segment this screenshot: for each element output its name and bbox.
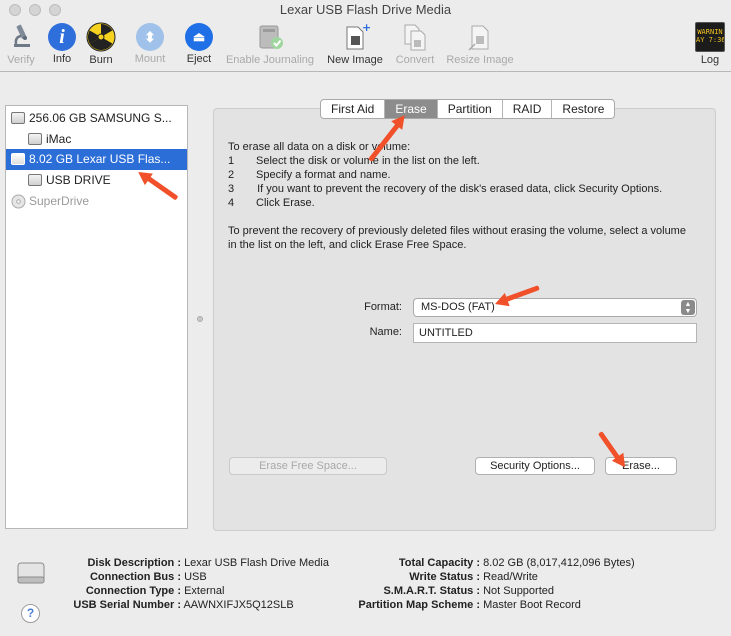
verify-button[interactable]: Verify [4, 22, 38, 66]
tab-raid[interactable]: RAID [503, 100, 553, 118]
volume-icon [28, 174, 42, 186]
journal-disk-icon [259, 25, 283, 49]
mount-button[interactable]: ⬍ Mount [131, 22, 169, 65]
tab-restore[interactable]: Restore [552, 100, 614, 118]
select-arrows-icon: ▲ ▼ [681, 300, 695, 315]
usb-serial-value: AAWNXIFJX5Q12SLB [183, 599, 294, 611]
optical-disc-icon [11, 194, 26, 209]
resize-image-icon [468, 25, 489, 51]
radiation-icon [86, 22, 116, 52]
window-title: Lexar USB Flash Drive Media [279, 2, 452, 17]
convert-icon [404, 24, 426, 51]
convert-button[interactable]: Convert [392, 22, 438, 66]
erase-instructions: To erase all data on a disk or volume: 1… [228, 140, 693, 252]
instruction-step: 1 Select the disk or volume in the list o… [228, 155, 480, 167]
volume-name-input[interactable]: UNTITLED [413, 323, 697, 343]
zoom-window-button[interactable] [49, 4, 61, 16]
write-status-value: Read/Write [483, 571, 538, 583]
format-select[interactable]: MS-DOS (FAT) ▲ ▼ [413, 298, 697, 317]
mount-icon: ⬍ [136, 23, 164, 51]
tab-erase[interactable]: Erase [385, 100, 438, 118]
format-label: Format: [364, 301, 402, 313]
smart-status-value: Not Supported [483, 585, 554, 597]
connection-type-value: External [184, 585, 225, 597]
tab-first-aid[interactable]: First Aid [321, 100, 386, 118]
log-console-icon: WARNIN AY 7:36 [695, 22, 725, 52]
title-bar: Lexar USB Flash Drive Media [0, 0, 731, 20]
minimize-window-button[interactable] [29, 4, 41, 16]
split-view-handle[interactable] [197, 316, 203, 322]
sidebar-item-superdrive[interactable]: SuperDrive [6, 191, 187, 212]
instruction-step: 4 Click Erase. [228, 197, 315, 209]
new-image-icon: + [346, 22, 370, 50]
enable-journaling-button[interactable]: Enable Journaling [222, 22, 318, 66]
info-icon: i [48, 23, 76, 51]
erase-free-space-instructions: To prevent the recovery of previously de… [228, 225, 686, 251]
new-image-button[interactable]: + New Image [325, 22, 385, 66]
log-button[interactable]: WARNIN AY 7:36 Log [693, 22, 727, 66]
disk-info-left: Disk Description : Lexar USB Flash Drive… [73, 557, 329, 611]
info-button[interactable]: i Info [46, 22, 78, 65]
svg-text:+: + [362, 22, 370, 34]
burn-button[interactable]: Burn [85, 22, 117, 66]
help-button[interactable]: ? [21, 604, 40, 623]
tab-bar: First Aid Erase Partition RAID Restore [320, 99, 616, 119]
instruction-step: 3 If you want to prevent the recovery of … [228, 183, 663, 195]
sidebar-item-lexar-disk[interactable]: 8.02 GB Lexar USB Flas... [6, 149, 187, 170]
security-options-button[interactable]: Security Options... [475, 457, 595, 475]
microscope-icon [14, 24, 30, 47]
sidebar-item-samsung-disk[interactable]: 256.06 GB SAMSUNG S... [6, 108, 187, 129]
sidebar-item-imac-volume[interactable]: iMac [6, 129, 187, 150]
disk-list: 256.06 GB SAMSUNG S... iMac 8.02 GB Lexa… [5, 105, 188, 529]
erase-free-space-button[interactable]: Erase Free Space... [229, 457, 387, 475]
internal-disk-icon [11, 112, 25, 124]
tab-partition[interactable]: Partition [438, 100, 503, 118]
connection-bus-value: USB [184, 571, 207, 583]
disk-info-right: Total Capacity : 8.02 GB (8,017,412,096 … [358, 557, 635, 611]
eject-icon: ⏏ [185, 23, 213, 51]
close-window-button[interactable] [9, 4, 21, 16]
disk-description-value: Lexar USB Flash Drive Media [184, 557, 329, 569]
volume-icon [28, 133, 42, 145]
usb-disk-icon [17, 562, 45, 584]
resize-image-button[interactable]: Resize Image [443, 22, 517, 66]
usb-disk-icon [11, 153, 25, 165]
name-label: Name: [369, 326, 402, 338]
eject-button[interactable]: ⏏ Eject [182, 22, 216, 65]
total-capacity-value: 8.02 GB (8,017,412,096 Bytes) [483, 557, 635, 569]
instruction-step: 2 Specify a format and name. [228, 169, 391, 181]
partition-map-value: Master Boot Record [483, 599, 581, 611]
toolbar: Verify i Info Burn ⬍ Mount ⏏ Eject Enabl… [0, 20, 731, 72]
